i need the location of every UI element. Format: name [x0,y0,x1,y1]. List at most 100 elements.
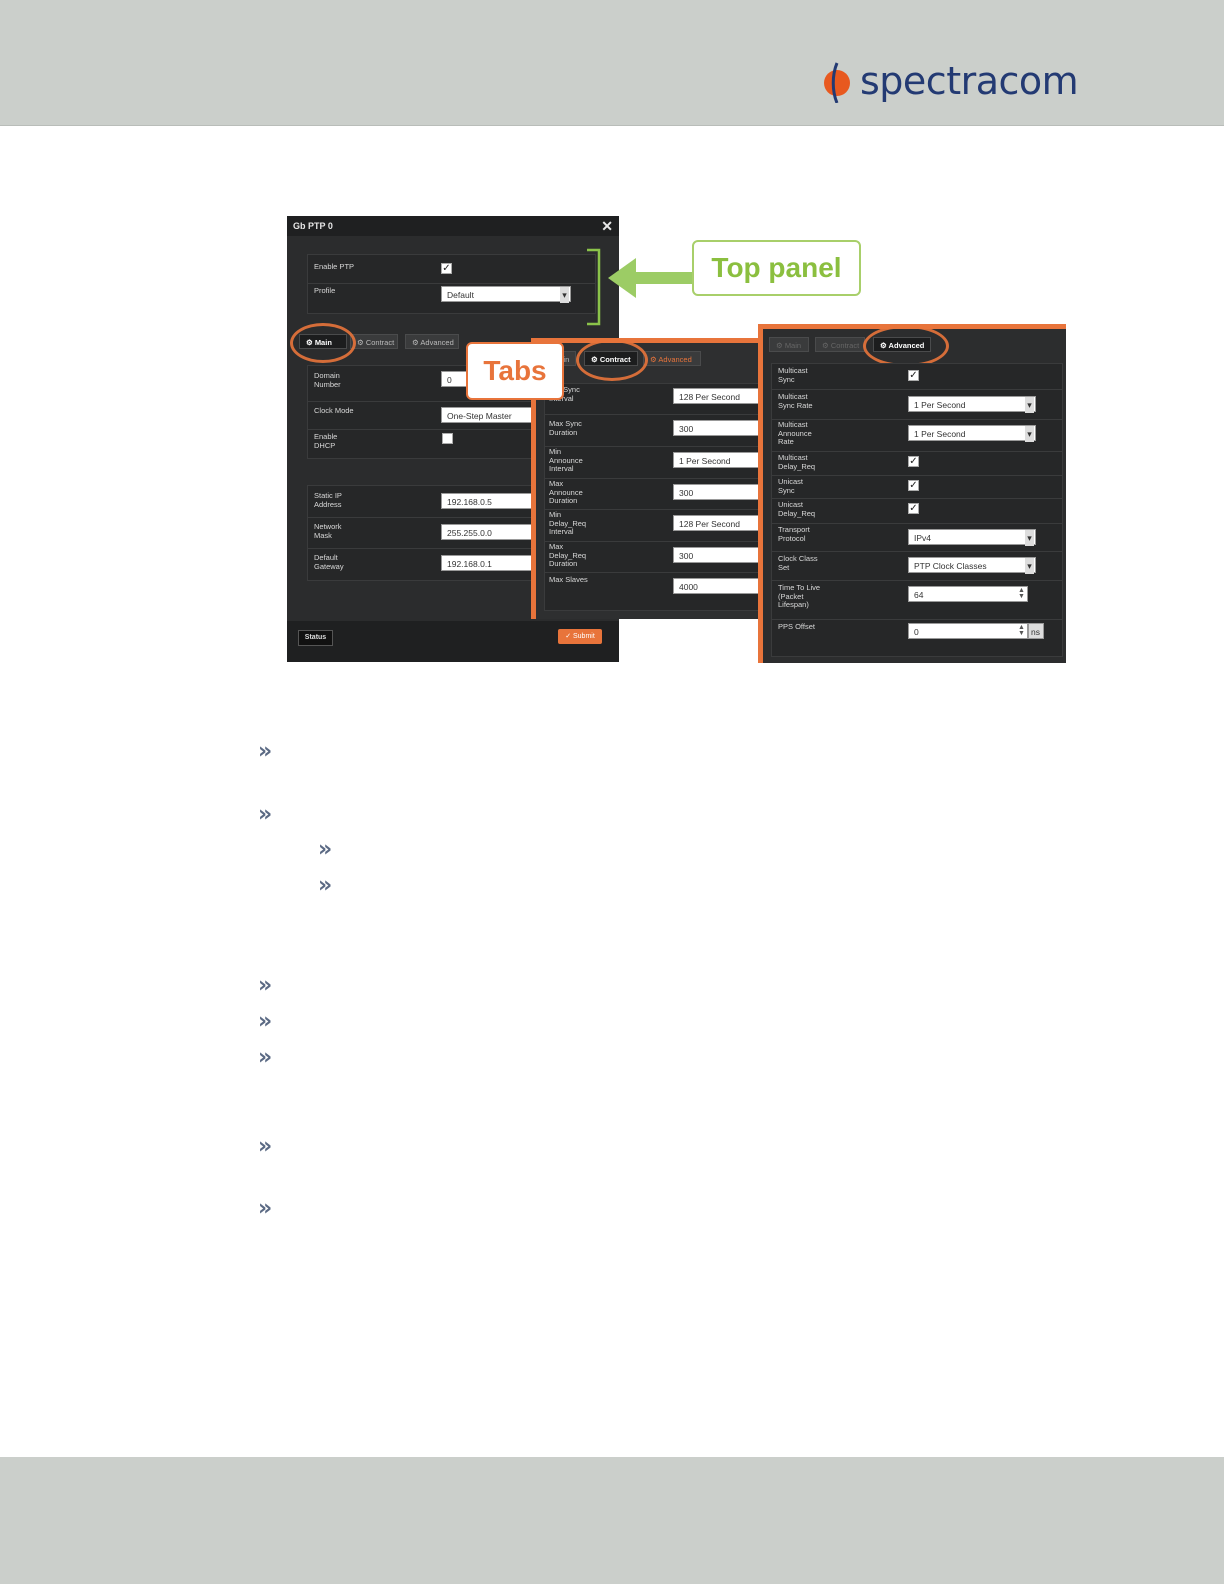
logo-mark-icon [824,62,850,103]
top-panel-bracket-icon [587,248,601,326]
multicast-sync-label: Multicast Sync [778,366,808,384]
close-icon[interactable]: ✕ [601,216,613,236]
enable-ptp-label: Enable PTP [314,262,355,271]
network-mask-row: Network Mask 255.255.0.0 [308,517,548,549]
multicast-sync-row: Multicast Sync ✓ [772,364,1062,390]
max-announce-duration-input[interactable]: 300 [673,484,771,500]
min-delay-req-interval-label: Min Delay_Req Interval [549,510,587,536]
enable-dhcp-label: Enable DHCP [314,432,338,450]
advanced-settings-group: Multicast Sync ✓ Multicast Sync Rate 1 P… [771,363,1063,657]
tab-contract-highlight-ring [576,339,648,381]
top-panel: Enable PTP ✓ Profile Default [307,254,596,314]
tab-advanced-highlight-ring [863,325,949,367]
max-delay-req-duration-input[interactable]: 300 [673,547,771,563]
multicast-sync-rate-select[interactable]: 1 Per Second [908,396,1036,413]
tab-advanced[interactable]: ⚙ Advanced [643,351,701,366]
clock-class-set-label: Clock Class Set [778,554,818,572]
clock-class-set-row: Clock Class Set PTP Clock Classes [772,551,1062,581]
network-mask-label: Network Mask [314,522,342,540]
max-announce-duration-label: Max Announce Duration [549,479,583,505]
max-slaves-input[interactable]: 4000 [673,578,771,594]
enable-ptp-row: Enable PTP ✓ [308,255,595,284]
multicast-announce-rate-label: Multicast Announce Rate [778,420,812,446]
unicast-sync-row: Unicast Sync ✓ [772,475,1062,499]
max-delay-req-duration-row: Max Delay_Req Duration 300 [545,541,771,573]
tabs-callout: Tabs [466,342,564,400]
bullet-6: » [258,1134,273,1159]
submit-button[interactable]: ✓ Submit [558,629,602,644]
max-announce-duration-row: Max Announce Duration 300 [545,478,771,510]
bullet-1: » [258,739,273,764]
min-announce-interval-row: Min Announce Interval 1 Per Second [545,446,771,479]
bullet-7: » [258,1196,273,1221]
multicast-delay-req-checkbox[interactable]: ✓ [908,456,919,467]
min-announce-interval-label: Min Announce Interval [549,447,583,473]
pps-offset-row: PPS Offset 0 ▲ ▼ ns [772,619,1062,654]
status-button[interactable]: Status [298,630,333,646]
pps-offset-label: PPS Offset [778,622,815,631]
static-ip-row: Static IP Address 192.168.0.5 [308,486,548,518]
enable-ptp-checkbox[interactable]: ✓ [441,263,452,274]
top-panel-callout: Top panel [692,240,861,296]
network-settings-group: Static IP Address 192.168.0.5 Network Ma… [307,485,549,581]
bullet-2-1: » [318,837,333,862]
transport-protocol-select[interactable]: IPv4 [908,529,1036,546]
min-delay-req-interval-row: Min Delay_Req Interval 128 Per Second [545,509,771,542]
tab-contract[interactable]: ⚙ Contract [815,337,865,352]
enable-dhcp-checkbox[interactable] [442,433,453,444]
tab-main[interactable]: ⚙ Main [769,337,809,352]
default-gateway-row: Default Gateway 192.168.0.1 [308,548,548,579]
multicast-announce-rate-row: Multicast Announce Rate 1 Per Second [772,419,1062,452]
multicast-sync-rate-label: Multicast Sync Rate [778,392,813,410]
static-ip-label: Static IP Address [314,491,342,509]
pps-offset-input[interactable]: 0 [908,623,1028,639]
ttl-spinner-icon[interactable]: ▲ ▼ [1018,587,1025,600]
min-sync-interval-select[interactable]: 128 Per Second [673,388,771,404]
logo-wordmark: spectracom [860,59,1079,103]
static-ip-input[interactable]: 192.168.0.5 [441,493,536,509]
contract-settings-group: Min Sync Interval 128 Per Second Max Syn… [544,383,772,611]
max-sync-duration-input[interactable]: 300 [673,420,771,436]
unicast-sync-label: Unicast Sync [778,477,804,495]
clock-class-set-select[interactable]: PTP Clock Classes [908,557,1036,574]
max-sync-duration-row: Max Sync Duration 300 [545,414,771,447]
enable-dhcp-row: Enable DHCP [308,429,548,457]
bullet-4: » [258,1009,273,1034]
max-delay-req-duration-label: Max Delay_Req Duration [549,542,587,568]
pps-offset-spinner-icon[interactable]: ▲ ▼ [1018,624,1025,637]
unicast-delay-req-row: Unicast Delay_Req ✓ [772,498,1062,524]
dialog-titlebar: Gb PTP 0 ✕ [287,216,619,236]
page-header: spectracom [0,0,1224,126]
default-gateway-label: Default Gateway [314,553,344,571]
max-sync-duration-label: Max Sync Duration [549,419,582,437]
min-sync-interval-row: Min Sync Interval 128 Per Second [545,384,771,415]
transport-protocol-row: Transport Protocol IPv4 [772,523,1062,552]
clock-mode-select[interactable]: One-Step Master [441,407,536,423]
bullet-2: » [258,802,273,827]
profile-row: Profile Default [308,283,595,311]
unicast-sync-checkbox[interactable]: ✓ [908,480,919,491]
top-panel-arrow-icon [608,258,692,298]
min-announce-interval-select[interactable]: 1 Per Second [673,452,771,468]
tab-advanced[interactable]: ⚙ Advanced [405,334,459,349]
ttl-label: Time To Live (Packet Lifespan) [778,583,821,609]
clock-mode-row: Clock Mode One-Step Master [308,401,548,430]
ttl-input[interactable]: 64 [908,586,1028,602]
multicast-announce-rate-select[interactable]: 1 Per Second [908,425,1036,442]
multicast-sync-checkbox[interactable]: ✓ [908,370,919,381]
network-mask-input[interactable]: 255.255.0.0 [441,524,536,540]
multicast-delay-req-row: Multicast Delay_Req ✓ [772,451,1062,476]
tab-main-highlight-ring [290,323,356,363]
dialog-title: Gb PTP 0 [293,221,333,231]
profile-label: Profile [314,286,336,295]
clock-mode-label: Clock Mode [314,406,354,415]
profile-select[interactable]: Default [441,286,571,303]
default-gateway-input[interactable]: 192.168.0.1 [441,555,536,571]
ptp-contract-panel: Main ⚙ Contract ⚙ Advanced Min Sync Inte… [531,338,772,619]
domain-number-label: Domain Number [314,371,341,389]
min-delay-req-interval-select[interactable]: 128 Per Second [673,515,771,531]
tab-contract[interactable]: ⚙ Contract [350,334,398,349]
bullet-5: » [258,1045,273,1070]
unicast-delay-req-checkbox[interactable]: ✓ [908,503,919,514]
ptp-advanced-panel: ⚙ Main ⚙ Contract ⚙ Advanced Multicast S… [758,324,1066,663]
